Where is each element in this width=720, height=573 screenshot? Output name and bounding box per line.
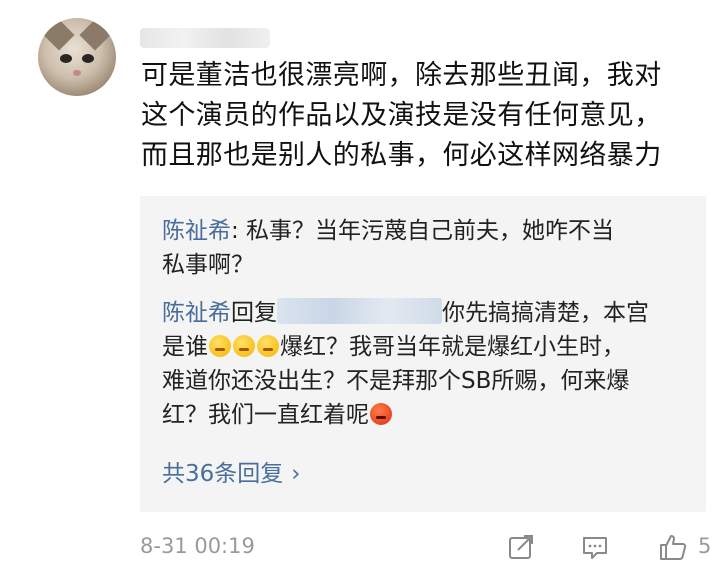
share-icon[interactable] [506,532,536,562]
timestamp: 8-31 00:19 [140,534,255,558]
reply-text: 爆红？我哥当年就是爆红小生时， [280,334,625,360]
reply-username[interactable]: 陈祉希 [162,218,231,244]
cat-eye [60,54,72,63]
comment-footer: 8-31 00:19 5 [140,532,720,564]
more-replies-label: 共36条回复 [162,461,284,487]
replies-panel: 陈祉希: 私事？当年污蔑自己前夫，她咋不当 私事啊？ 陈祉希回复 你先搞搞清楚，本… [140,196,706,512]
comment-line: 而且那也是别人的私事，何必这样网络暴力 [141,140,662,171]
comment-line: 这个演员的作品以及演技是没有任何意见， [141,100,662,131]
reply-item: 陈祉希: 私事？当年污蔑自己前夫，她咋不当 私事啊？ [162,214,692,282]
comment-icon[interactable] [580,532,610,562]
reply-text: 红？我们一直红着呢 [162,402,369,428]
cat-eye [82,54,94,63]
chevron-right-icon: › [291,461,301,487]
cat-nose [73,70,81,76]
like-icon[interactable] [658,532,688,562]
reply-text: 你先搞搞清楚，本宫 [442,300,649,326]
reply-text: : 私事？当年污蔑自己前夫，她咋不当 [231,218,615,244]
shush-emoji-icon [233,335,255,357]
reply-text: 是谁 [162,334,208,360]
reply-item: 陈祉希回复 你先搞搞清楚，本宫 是谁 爆红？我哥当年就是爆红小生时， 难道你还没出生… [162,296,692,432]
username-redacted[interactable] [140,28,270,48]
reply-text: 难道你还没出生？不是拜那个SB所赐，何来爆 [162,368,630,394]
comment-line: 可是董洁也很漂亮啊，除去那些丑闻，我对 [141,60,662,91]
shush-emoji-icon [257,335,279,357]
cat-ear [79,19,111,51]
reply-text: 私事啊？ [162,252,254,278]
redacted-username [277,298,442,324]
reply-word: 回复 [231,300,277,326]
avatar[interactable] [38,18,116,96]
comment-body: 可是董洁也很漂亮啊，除去那些丑闻，我对 这个演员的作品以及演技是没有任何意见， … [141,56,711,176]
shush-emoji-icon [209,335,231,357]
reply-username[interactable]: 陈祉希 [162,300,231,326]
angry-emoji-icon [370,403,392,425]
like-count: 5 [698,534,712,558]
cat-ear [43,19,75,51]
more-replies-link[interactable]: 共36条回复 › [162,454,300,488]
